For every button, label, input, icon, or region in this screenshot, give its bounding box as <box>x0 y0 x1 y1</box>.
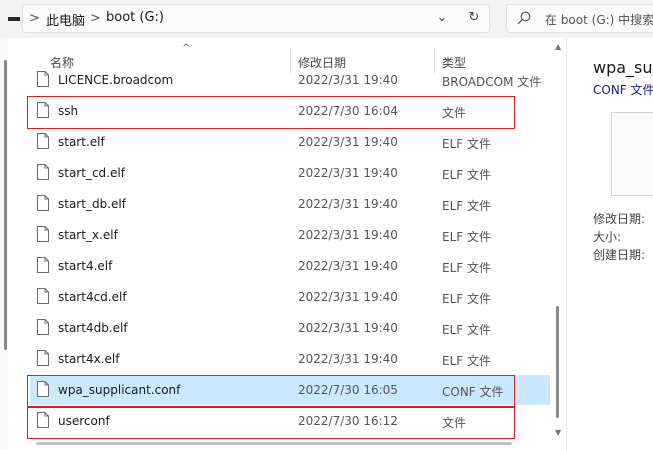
file-icon <box>37 133 49 149</box>
file-modified-date: 2022/3/31 19:40 <box>298 259 398 273</box>
file-icon <box>37 164 49 180</box>
file-icon <box>37 102 49 118</box>
file-name: start.elf <box>58 135 105 149</box>
file-modified-date: 2022/7/30 16:04 <box>298 104 398 118</box>
file-name: start_db.elf <box>58 197 126 211</box>
navigation-pane-scrollbar[interactable] <box>4 60 7 350</box>
file-icon <box>37 350 49 366</box>
file-icon <box>37 195 49 211</box>
file-modified-date: 2022/3/31 19:40 <box>298 135 398 149</box>
file-row[interactable]: start4.elf 2022/3/31 19:40 ELF 文件 <box>30 251 550 281</box>
file-type: ELF 文件 <box>442 168 491 182</box>
file-row[interactable]: start4x.elf 2022/3/31 19:40 ELF 文件 <box>30 344 550 374</box>
scrollbar-thumb[interactable] <box>556 306 559 418</box>
file-modified-date: 2022/3/31 19:40 <box>298 228 398 242</box>
breadcrumb-separator: > <box>90 11 101 26</box>
file-row[interactable]: start.elf 2022/3/31 19:40 ELF 文件 <box>30 127 550 157</box>
file-name: wpa_supplicant.conf <box>58 383 181 397</box>
details-pane: wpa_sup CONF 文件 修改日期: 大小: 创建日期: <box>566 38 653 450</box>
file-name: ssh <box>58 104 79 118</box>
details-file-title: wpa_sup <box>593 58 653 77</box>
file-type: ELF 文件 <box>442 199 491 213</box>
file-type: ELF 文件 <box>442 292 491 306</box>
file-row[interactable]: start_x.elf 2022/3/31 19:40 ELF 文件 <box>30 220 550 250</box>
file-name: start_x.elf <box>58 228 118 242</box>
details-file-type: CONF 文件 <box>593 83 653 97</box>
file-type: ELF 文件 <box>442 354 491 368</box>
file-modified-date: 2022/3/31 19:40 <box>298 352 398 366</box>
file-type: ELF 文件 <box>442 230 491 244</box>
file-row[interactable]: userconf 2022/7/30 16:12 文件 <box>30 406 550 436</box>
search-placeholder: 在 boot (G:) 中搜索 <box>545 13 653 27</box>
file-modified-date: 2022/3/31 19:40 <box>298 166 398 180</box>
details-prop-size: 大小: <box>593 230 622 244</box>
file-modified-date: 2022/3/31 19:40 <box>298 290 398 304</box>
file-explorer-window: > 此电脑 > boot (G:) ⌄ ↻ 在 boot (G:) 中搜索 ^ … <box>0 0 653 450</box>
file-type: 文件 <box>442 416 467 430</box>
file-modified-date: 2022/3/31 19:40 <box>298 321 398 335</box>
file-name: LICENCE.broadcom <box>58 73 174 87</box>
file-row[interactable]: ssh 2022/7/30 16:04 文件 <box>30 96 550 126</box>
file-type: BROADCOM 文件 <box>442 75 542 89</box>
file-icon <box>37 226 49 242</box>
breadcrumb-this-pc[interactable]: 此电脑 <box>46 10 85 29</box>
file-modified-date: 2022/3/31 19:40 <box>298 73 398 87</box>
file-row[interactable]: wpa_supplicant.conf 2022/7/30 16:05 CONF 文… <box>30 375 550 405</box>
address-toolbar: > 此电脑 > boot (G:) ⌄ ↻ 在 boot (G:) 中搜索 <box>0 0 653 38</box>
file-name: userconf <box>58 414 110 428</box>
details-prop-modified: 修改日期: <box>593 212 646 226</box>
file-preview-thumbnail <box>611 112 653 196</box>
file-type: 文件 <box>442 106 467 120</box>
file-modified-date: 2022/3/31 19:40 <box>298 197 398 211</box>
file-row[interactable]: LICENCE.broadcom 2022/3/31 19:40 BROADCOM … <box>30 65 550 95</box>
file-name: start4db.elf <box>58 321 128 335</box>
file-row[interactable]: start4db.elf 2022/3/31 19:40 ELF 文件 <box>30 313 550 343</box>
file-row[interactable]: start_db.elf 2022/3/31 19:40 ELF 文件 <box>30 189 550 219</box>
file-name: start4cd.elf <box>58 290 127 304</box>
file-name: start4.elf <box>58 259 113 273</box>
file-row[interactable]: start_cd.elf 2022/3/31 19:40 ELF 文件 <box>30 158 550 188</box>
breadcrumb-separator: > <box>29 11 40 26</box>
file-row[interactable]: start4cd.elf 2022/3/31 19:40 ELF 文件 <box>30 282 550 312</box>
file-name: start_cd.elf <box>58 166 125 180</box>
file-type: ELF 文件 <box>442 323 491 337</box>
file-type: ELF 文件 <box>442 137 491 151</box>
details-prop-created: 创建日期: <box>593 248 646 262</box>
horizontal-scrollbar-thumb[interactable] <box>36 442 512 445</box>
breadcrumb-drive[interactable]: boot (G:) <box>106 10 164 25</box>
nav-pane-toggle-icon[interactable] <box>8 17 20 21</box>
scroll-up-icon[interactable]: ▲ <box>555 42 561 51</box>
file-modified-date: 2022/7/30 16:05 <box>298 383 398 397</box>
file-icon <box>37 71 49 87</box>
refresh-button[interactable]: ↻ <box>464 8 484 28</box>
scroll-down-icon[interactable]: ▼ <box>555 428 561 437</box>
file-icon <box>37 288 49 304</box>
address-history-dropdown[interactable]: ⌄ <box>432 8 452 28</box>
file-type: CONF 文件 <box>442 385 504 399</box>
file-modified-date: 2022/7/30 16:12 <box>298 414 398 428</box>
search-input[interactable]: 在 boot (G:) 中搜索 <box>506 4 653 33</box>
file-name: start4x.elf <box>58 352 120 366</box>
file-type: ELF 文件 <box>442 261 491 275</box>
file-icon <box>37 319 49 335</box>
file-icon <box>37 412 49 428</box>
search-icon <box>517 11 531 25</box>
file-icon <box>37 381 49 397</box>
sort-ascending-icon: ^ <box>182 43 191 54</box>
file-icon <box>37 257 49 273</box>
